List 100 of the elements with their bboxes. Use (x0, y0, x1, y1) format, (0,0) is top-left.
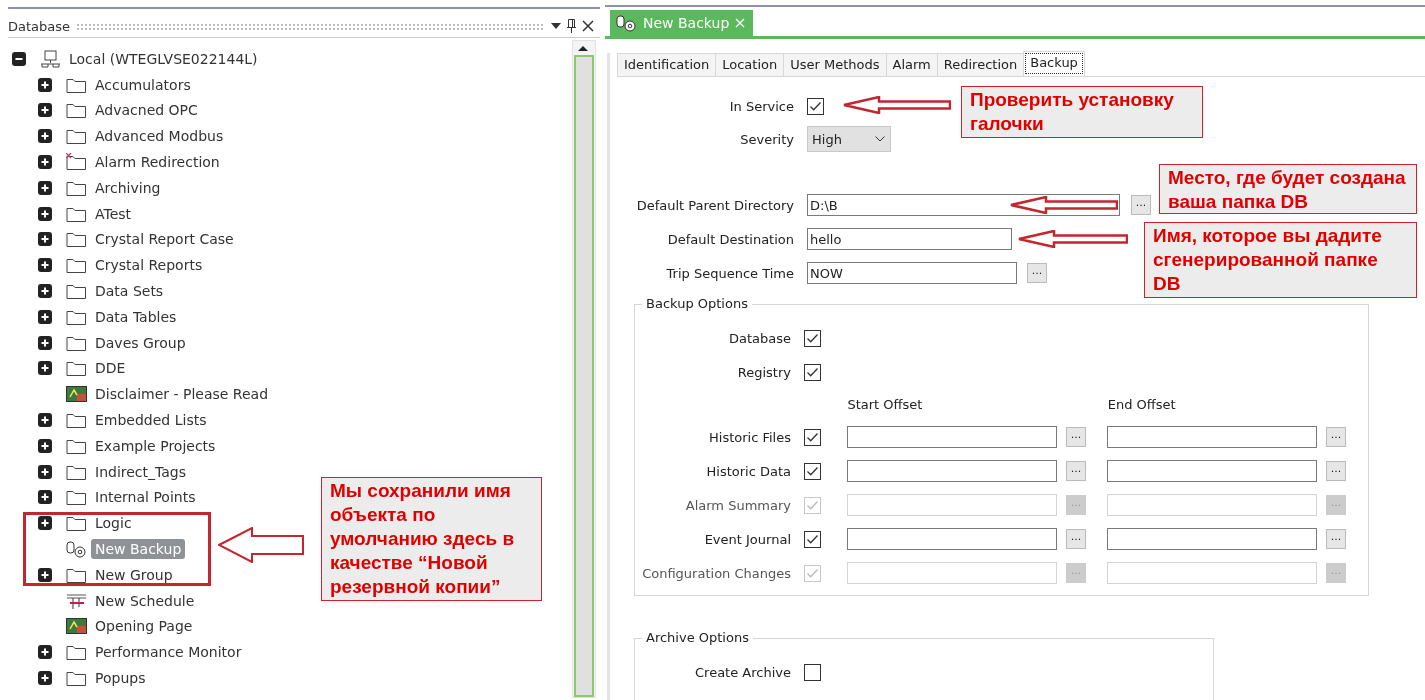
pin-icon[interactable] (567, 19, 576, 33)
backup-icon (66, 540, 87, 559)
tree-item[interactable]: Example Projects (91, 435, 220, 456)
group-title: Backup Options (642, 296, 752, 311)
scrollbar[interactable] (572, 40, 596, 698)
browse-button[interactable]: ... (1326, 529, 1346, 549)
tab[interactable]: Backup (1023, 51, 1085, 76)
browse-button[interactable]: ... (1326, 461, 1346, 481)
scroll-thumb[interactable] (574, 55, 594, 697)
browse-button[interactable]: ... (1131, 195, 1151, 215)
callout-note: Проверить установку галочки (961, 86, 1203, 138)
text-field[interactable] (847, 426, 1057, 448)
tree-item[interactable]: DDE (91, 358, 130, 379)
text-field[interactable]: NOW (807, 262, 1017, 284)
expand-icon[interactable] (38, 77, 52, 92)
text-field[interactable]: hello (807, 228, 1012, 250)
tab[interactable]: Redirection (936, 53, 1025, 76)
folder-icon (66, 488, 87, 507)
expand-icon[interactable] (38, 438, 52, 453)
text-field[interactable] (1107, 528, 1317, 550)
text-field[interactable] (1107, 460, 1317, 482)
severity-dropdown[interactable]: High (807, 126, 891, 152)
browse-button[interactable]: ... (1066, 427, 1086, 447)
expand-icon[interactable] (38, 258, 52, 273)
tree-item[interactable]: Opening Page (91, 616, 197, 637)
field-label: Default Destination (666, 231, 794, 247)
expand-icon[interactable] (38, 645, 52, 660)
tree-item[interactable]: Advacned OPC (91, 100, 202, 121)
tree-item[interactable]: New Schedule (91, 590, 199, 611)
checkbox[interactable] (804, 363, 821, 381)
tree-item[interactable]: New Group (91, 564, 177, 585)
dropdown-icon[interactable] (551, 23, 561, 29)
expand-icon[interactable] (38, 180, 52, 195)
expand-icon[interactable] (38, 129, 52, 144)
expand-icon[interactable] (38, 671, 52, 685)
checkbox[interactable] (804, 329, 821, 347)
expand-icon[interactable] (38, 232, 52, 247)
folder-icon (66, 256, 87, 275)
tree-item[interactable]: Data Tables (91, 306, 181, 327)
field-label: Historic Files (708, 429, 791, 445)
tree-item[interactable]: Performance Monitor (91, 642, 246, 663)
browse-button[interactable]: ... (1066, 529, 1086, 549)
folder-icon (66, 359, 87, 378)
tree-item[interactable]: Internal Points (91, 487, 200, 508)
checkbox[interactable] (804, 530, 821, 548)
folder-icon (66, 643, 87, 662)
expand-icon[interactable] (38, 490, 52, 505)
text-field[interactable] (847, 528, 1057, 550)
chevron-down-icon (875, 136, 885, 142)
text-field[interactable] (1107, 426, 1317, 448)
checkbox[interactable] (807, 97, 824, 115)
field-label: Trip Sequence Time (665, 265, 794, 281)
tab[interactable]: Alarm (885, 53, 938, 76)
browse-button[interactable]: ... (1027, 263, 1047, 283)
close-icon[interactable] (582, 20, 594, 32)
folder-icon (66, 411, 87, 430)
field-label: Create Archive (694, 664, 791, 680)
folder-icon (66, 669, 87, 687)
expand-icon[interactable] (38, 567, 52, 582)
tree-item[interactable]: Local (WTEGLVSE022144L) (65, 48, 262, 69)
tree-item[interactable]: Embedded Lists (91, 410, 211, 431)
arrow-icon (218, 527, 304, 563)
tree-item[interactable]: Alarm Redirection (91, 152, 224, 173)
expand-icon[interactable] (38, 206, 52, 221)
folder-icon (66, 282, 87, 301)
tree-item[interactable]: Indirect_Tags (91, 461, 191, 482)
collapse-icon[interactable] (12, 51, 26, 66)
tree-item[interactable]: Popups (91, 668, 150, 688)
tree-item[interactable]: Crystal Report Case (91, 229, 238, 250)
expand-icon[interactable] (38, 309, 52, 324)
expand-icon[interactable] (38, 284, 52, 299)
checkbox[interactable] (804, 462, 821, 480)
expand-icon[interactable] (38, 335, 52, 350)
tree-item[interactable]: ATest (91, 203, 136, 224)
field-label: Severity (739, 131, 794, 147)
schedule-icon (66, 591, 87, 610)
tree-item[interactable]: Crystal Reports (91, 255, 207, 276)
tree-item[interactable]: Advanced Modbus (91, 126, 228, 147)
tree-item[interactable]: Logic (91, 513, 136, 534)
browse-button[interactable]: ... (1326, 427, 1346, 447)
expand-icon[interactable] (38, 103, 52, 118)
tab[interactable]: Location (715, 53, 785, 76)
expand-icon[interactable] (38, 361, 52, 376)
text-field[interactable] (847, 460, 1057, 482)
expand-icon[interactable] (38, 464, 52, 479)
tree-item[interactable]: Data Sets (91, 281, 168, 302)
expand-icon[interactable] (38, 155, 52, 170)
tree-item[interactable]: Archiving (91, 177, 165, 198)
expand-icon[interactable] (38, 516, 52, 531)
tab[interactable]: User Methods (783, 53, 887, 76)
expand-icon[interactable] (38, 413, 52, 428)
browse-button[interactable]: ... (1066, 461, 1086, 481)
checkbox[interactable] (804, 428, 821, 446)
field-label: Default Parent Directory (635, 197, 794, 213)
checkbox[interactable] (804, 663, 821, 681)
tree-item[interactable]: Daves Group (91, 332, 190, 353)
tab[interactable]: Identification (617, 53, 717, 76)
tree-item[interactable]: Disclaimer - Please Read (91, 384, 273, 405)
tree-item[interactable]: Accumulators (91, 74, 195, 95)
arrow-icon (843, 96, 951, 114)
